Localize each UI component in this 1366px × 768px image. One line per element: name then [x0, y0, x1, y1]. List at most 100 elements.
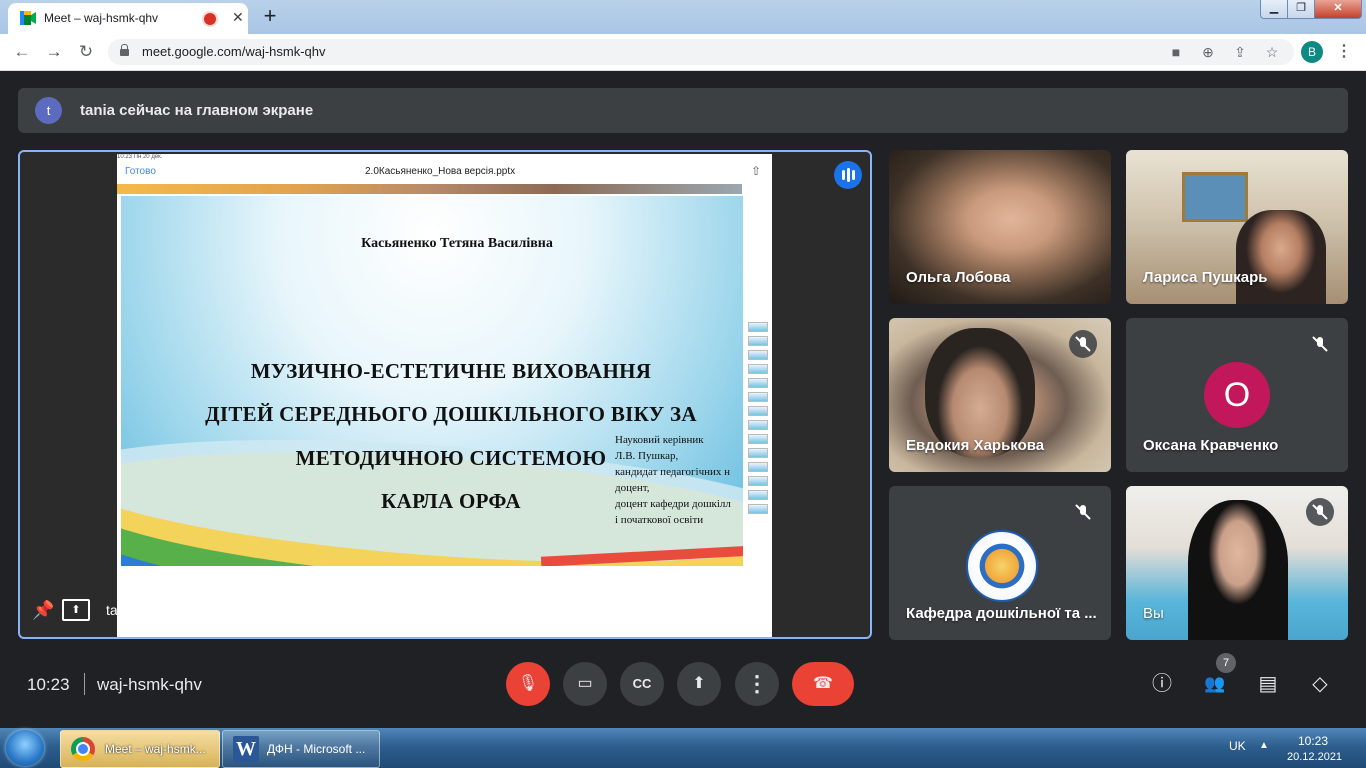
- participant-tile[interactable]: Евдокия Харькова: [889, 318, 1111, 472]
- slide-thumbnail: [748, 364, 768, 374]
- info-icon[interactable]: ⓘ: [1148, 670, 1176, 698]
- participant-tile[interactable]: Лариса Пушкарь: [1126, 150, 1348, 304]
- participant-avatar: О: [1204, 362, 1270, 428]
- window-maximize-button[interactable]: ❐: [1287, 0, 1315, 19]
- browser-tab[interactable]: Meet – waj-hsmk-qhv ✕: [8, 3, 248, 34]
- word-icon: W: [233, 736, 259, 762]
- captions-button[interactable]: CC: [620, 662, 664, 706]
- slide-thumbnail: [748, 336, 768, 346]
- department-logo: [966, 530, 1038, 602]
- presenting-icon: ⬆: [62, 599, 90, 621]
- slide-thumbnail: [748, 434, 768, 444]
- supervisor-line: доцент кафедри дошкілл: [615, 498, 731, 510]
- presenter-name: tania: [106, 602, 137, 618]
- taskbar-item-chrome[interactable]: Meet – waj-hsmk...: [60, 730, 220, 768]
- activities-icon[interactable]: ◇: [1306, 670, 1334, 698]
- participant-tile[interactable]: Кафедра дошкільної та ...: [889, 486, 1111, 640]
- done-link: Готово: [125, 166, 156, 177]
- meet-favicon-icon: [20, 11, 36, 25]
- participant-tile[interactable]: Ольга Лобова: [889, 150, 1111, 304]
- taskbar-item-word[interactable]: W ДФН - Microsoft ...: [222, 730, 380, 768]
- presenter-avatar: t: [35, 97, 62, 124]
- chat-icon[interactable]: ▤: [1254, 670, 1282, 698]
- current-slide: Касьяненко Тетяна Василівна МУЗИЧНО-ЕСТЕ…: [121, 196, 743, 566]
- slide-thumbnail: [748, 490, 768, 500]
- supervisor-line: Науковий керівник: [615, 434, 704, 446]
- reload-icon[interactable]: ↻: [76, 42, 96, 62]
- slide-thumbnail: [748, 420, 768, 430]
- back-icon[interactable]: ←: [12, 42, 32, 62]
- slide-thumbnail: [748, 448, 768, 458]
- participant-tile[interactable]: О Оксана Кравченко: [1126, 318, 1348, 472]
- pin-icon[interactable]: 📌: [32, 600, 54, 621]
- present-button[interactable]: ⬆: [677, 662, 721, 706]
- slide-thumbnail: [748, 392, 768, 402]
- lock-icon: [120, 44, 129, 56]
- taskbar-item-label: Meet – waj-hsmk...: [105, 742, 206, 756]
- language-indicator[interactable]: UK: [1229, 739, 1246, 753]
- slide-thumbnail: [748, 476, 768, 486]
- share-icon[interactable]: ⇪: [1232, 44, 1248, 60]
- bookmark-star-icon[interactable]: ☆: [1264, 44, 1280, 60]
- main-presentation-tile[interactable]: 10:23 Пн 20 дек. Готово 2.0Касьяненко_Но…: [18, 150, 872, 639]
- self-video: [1188, 500, 1288, 640]
- muted-mic-icon: [1306, 330, 1334, 358]
- previous-slide-strip: [117, 184, 742, 194]
- speaking-indicator-icon: [834, 161, 862, 189]
- participant-name: Евдокия Харькова: [906, 437, 1045, 454]
- taskbar-item-label: ДФН - Microsoft ...: [267, 742, 366, 756]
- leave-call-button[interactable]: ☎: [792, 662, 854, 706]
- participant-name: Оксана Кравченко: [1143, 437, 1279, 454]
- divider: [84, 673, 85, 695]
- meeting-code: waj-hsmk-qhv: [97, 675, 202, 694]
- slide-title-line: МУЗИЧНО-ЕСТЕТИЧНЕ ВИХОВАННЯ: [250, 359, 652, 383]
- people-count-badge: 7: [1216, 653, 1236, 673]
- window-minimize-button[interactable]: ▁: [1260, 0, 1288, 19]
- supervisor-line: кандидат педагогічних н: [615, 466, 731, 478]
- participant-name: Лариса Пушкарь: [1143, 269, 1268, 286]
- new-tab-button[interactable]: +: [256, 5, 284, 29]
- painting: [1182, 172, 1248, 222]
- presenting-banner-text: tania сейчас на главном экране: [80, 102, 314, 119]
- device-status-bar: 10:23 Пн 20 дек.: [117, 154, 163, 160]
- slide-author: Касьяненко Тетяна Василівна: [361, 236, 553, 251]
- forward-icon[interactable]: →: [44, 42, 64, 62]
- muted-mic-icon: [1306, 498, 1334, 526]
- presenting-banner: t tania сейчас на главном экране: [18, 88, 1348, 133]
- camera-in-use-icon[interactable]: ■: [1168, 44, 1184, 60]
- shared-screen: 10:23 Пн 20 дек. Готово 2.0Касьяненко_Но…: [117, 154, 772, 637]
- clock-time[interactable]: 10:23: [1298, 734, 1328, 748]
- supervisor-line: Л.В. Пушкар,: [615, 450, 679, 462]
- meeting-time: 10:23: [27, 675, 70, 694]
- slide-thumbnail: [748, 322, 768, 332]
- window-close-button[interactable]: ✕: [1314, 0, 1362, 19]
- participant-name: Ольга Лобова: [906, 269, 1011, 286]
- url-text: meet.google.com/waj-hsmk-qhv: [142, 44, 326, 59]
- slide-title-line: ДІТЕЙ СЕРЕДНЬОГО ДОШКІЛЬНОГО ВІКУ ЗА: [205, 402, 697, 426]
- participant-name: Кафедра дошкільної та ...: [906, 605, 1097, 622]
- show-hidden-icons-icon[interactable]: ▲: [1259, 740, 1269, 751]
- browser-menu-icon[interactable]: ⋮: [1336, 42, 1352, 62]
- mic-off-button[interactable]: 🎙: [506, 662, 550, 706]
- zoom-icon[interactable]: ⊕: [1200, 44, 1216, 60]
- slide-thumbnail: [748, 462, 768, 472]
- clock-date[interactable]: 20.12.2021: [1287, 751, 1342, 763]
- more-options-button[interactable]: ⋮: [735, 662, 779, 706]
- address-bar[interactable]: meet.google.com/waj-hsmk-qhv: [108, 39, 1294, 65]
- people-icon[interactable]: 👥: [1201, 670, 1229, 698]
- slide-thumbnail: [748, 406, 768, 416]
- camera-button[interactable]: ▭: [563, 662, 607, 706]
- start-button[interactable]: [6, 730, 44, 766]
- presentation-file-name: 2.0Касьяненко_Нова версія.pptx: [365, 166, 516, 177]
- share-icon: ⇧: [751, 164, 762, 178]
- tab-close-icon[interactable]: ✕: [232, 9, 244, 26]
- supervisor-line: і початкової освіти: [615, 514, 704, 526]
- slide-thumbnail: [748, 350, 768, 360]
- recording-indicator-icon: [204, 13, 216, 25]
- participant-tile[interactable]: Вы: [1126, 486, 1348, 640]
- slide-thumbnail: [748, 504, 768, 514]
- muted-mic-icon: [1069, 498, 1097, 526]
- profile-avatar[interactable]: B: [1301, 41, 1323, 63]
- tab-title: Meet – waj-hsmk-qhv: [44, 11, 159, 25]
- chrome-icon: [71, 737, 95, 761]
